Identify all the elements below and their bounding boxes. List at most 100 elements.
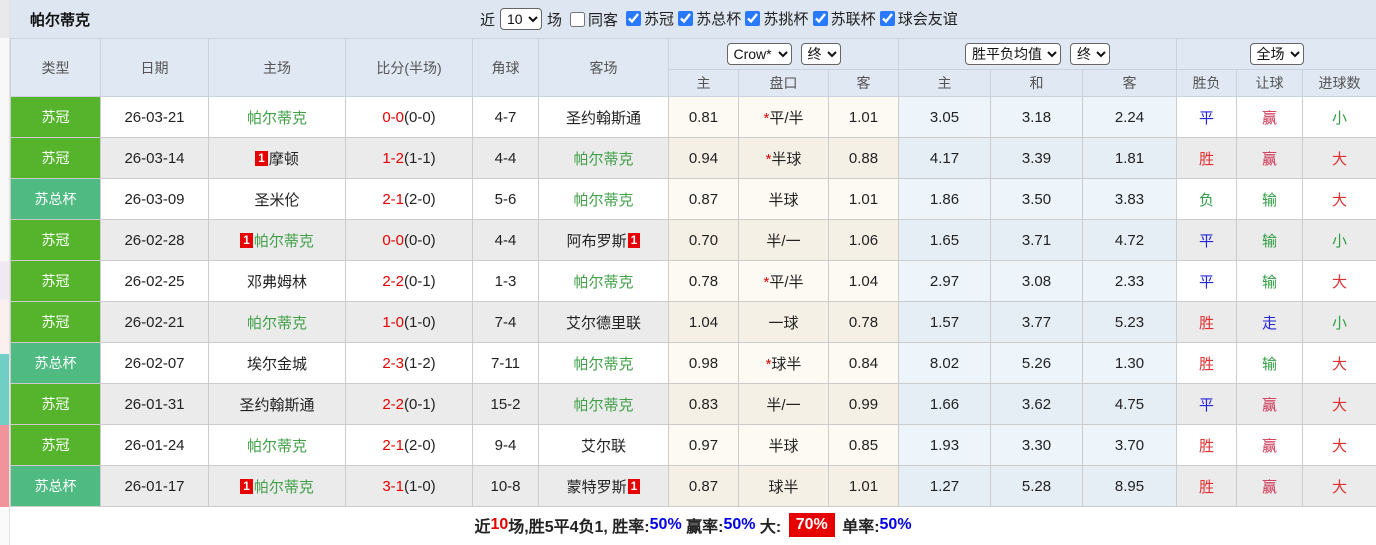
corners-cell: 4-7 (472, 96, 539, 138)
subcol-goals-result: 进球数 (1302, 69, 1376, 97)
away-team-name[interactable]: 艾尔德里联 (566, 315, 641, 332)
league-checkbox[interactable] (812, 11, 828, 26)
score-cell: 1-2(1-1) (345, 137, 473, 179)
match-count-select[interactable]: 10 (500, 8, 543, 30)
fulltime-score: 3-1 (382, 477, 404, 495)
result-wdl-cell: 平 (1176, 219, 1238, 261)
away-team-name[interactable]: 帕尔蒂克 (573, 397, 633, 414)
home-team-name[interactable]: 帕尔蒂克 (247, 110, 307, 127)
result-handicap-cell: 走 (1236, 301, 1304, 343)
home-team-cell: 圣约翰斯通 (208, 383, 346, 425)
away-team-name[interactable]: 帕尔蒂克 (573, 356, 633, 373)
avg-stage-select[interactable]: 终 (1070, 43, 1111, 65)
league-filter[interactable]: 苏挑杯 (745, 8, 808, 29)
odds-home-cell: 0.70 (668, 219, 739, 261)
match-date: 26-01-31 (100, 383, 209, 425)
same-opponent-filter[interactable]: 同客 (570, 9, 618, 30)
odds-away-cell: 0.88 (827, 137, 900, 179)
league-filter[interactable]: 球会友谊 (879, 8, 958, 29)
league-filter[interactable]: 苏联杯 (812, 8, 876, 29)
fulltime-score: 2-1 (382, 436, 404, 454)
home-team-name[interactable]: 邓弗姆林 (247, 274, 307, 291)
home-team-cell: 1 帕尔蒂克 (208, 465, 346, 507)
table-row: 苏冠 26-02-21 帕尔蒂克 1-0(1-0) 7-4 艾尔德里联 1.04… (10, 301, 1376, 343)
away-team-cell: 帕尔蒂克 (538, 342, 669, 384)
league-checkbox[interactable] (678, 11, 694, 26)
avg-draw-cell: 5.28 (990, 465, 1084, 507)
league-type-badge: 苏总杯 (10, 342, 101, 384)
same-opponent-checkbox[interactable] (570, 11, 586, 27)
subcol-handicap: 盘口 (738, 69, 829, 97)
away-team-name[interactable]: 蒙特罗斯 (567, 479, 627, 496)
home-team-name[interactable]: 圣米伦 (254, 192, 299, 209)
league-checkbox[interactable] (879, 11, 895, 26)
away-team-cell: 艾尔德里联 (538, 301, 669, 343)
home-team-name[interactable]: 埃尔金城 (247, 356, 307, 373)
matches-table: 类型 日期 主场 比分(半场) 角球 客场 Crow* 终 胜平负均值 终 全场… (10, 38, 1376, 507)
games-label: 场 (547, 11, 563, 29)
league-checkbox[interactable] (626, 11, 642, 26)
handicap-line-cell: 一球 (738, 301, 829, 343)
avg-home-cell: 1.65 (898, 219, 992, 261)
table-row: 苏冠 26-02-25 邓弗姆林 2-2(0-1) 1-3 帕尔蒂克 0.78 … (10, 260, 1376, 302)
col-header-home: 主场 (208, 38, 346, 97)
odds-home-cell: 0.78 (668, 260, 739, 302)
handicap-line-cell: 半球 (738, 424, 829, 466)
corners-cell: 5-6 (472, 178, 539, 220)
home-team-name[interactable]: 帕尔蒂克 (254, 479, 314, 496)
avg-home-cell: 2.97 (898, 260, 992, 302)
result-goals-cell: 大 (1302, 342, 1376, 384)
avg-select-cell: 胜平负均值 终 (898, 38, 1178, 70)
league-type-badge: 苏冠 (10, 383, 101, 425)
home-team-cell: 圣米伦 (208, 178, 346, 220)
col-header-corners: 角球 (472, 38, 539, 97)
scope-select[interactable]: 全场 (1249, 43, 1304, 65)
result-wdl-cell: 负 (1176, 178, 1238, 220)
odds-stage-select[interactable]: 终 (800, 43, 841, 65)
avg-type-select[interactable]: 胜平负均值 (965, 43, 1062, 65)
away-team-name[interactable]: 阿布罗斯 (567, 233, 627, 250)
avg-draw-cell: 3.30 (990, 424, 1084, 466)
handicap-line-cell: 半球 (738, 178, 829, 220)
league-type-badge: 苏冠 (10, 219, 101, 261)
away-team-name[interactable]: 圣约翰斯通 (566, 110, 641, 127)
odds-home-cell: 0.97 (668, 424, 739, 466)
league-type-badge: 苏冠 (10, 301, 101, 343)
same-opponent-label: 同客 (588, 11, 619, 29)
home-team-name[interactable]: 帕尔蒂克 (254, 233, 314, 250)
footer-segment: 场,胜5平4负1, (508, 518, 613, 536)
table-row: 苏冠 26-03-21 帕尔蒂克 0-0(0-0) 4-7 圣约翰斯通 0.81… (10, 96, 1376, 138)
result-wdl-cell: 平 (1176, 96, 1238, 138)
away-team-cell: 艾尔联 (538, 424, 669, 466)
corners-cell: 4-4 (472, 137, 539, 179)
home-team-name[interactable]: 摩顿 (269, 151, 299, 168)
home-team-name[interactable]: 圣约翰斯通 (239, 397, 314, 414)
avg-home-cell: 3.05 (898, 96, 992, 138)
result-goals-cell: 大 (1302, 178, 1376, 220)
league-filter[interactable]: 苏总杯 (678, 8, 741, 29)
table-row: 苏冠 26-01-24 帕尔蒂克 2-1(2-0) 9-4 艾尔联 0.97 半… (10, 424, 1376, 466)
odds-company-select[interactable]: Crow* (726, 43, 792, 65)
handicap-line-cell: *球半 (738, 342, 829, 384)
home-team-cell: 1 摩顿 (208, 137, 346, 179)
result-goals-cell: 大 (1302, 383, 1376, 425)
result-wdl-cell: 胜 (1176, 342, 1238, 384)
halftime-score: (1-1) (404, 149, 436, 167)
home-team-cell: 埃尔金城 (208, 342, 346, 384)
league-type-badge: 苏冠 (10, 96, 101, 138)
corners-cell: 7-4 (472, 301, 539, 343)
league-filter-label: 球会友谊 (897, 11, 958, 28)
away-team-cell: 帕尔蒂克 (538, 178, 669, 220)
subcol-handicap-result: 让球 (1236, 69, 1304, 97)
home-rank-badge: 1 (240, 232, 253, 248)
col-header-date: 日期 (100, 38, 209, 97)
away-team-name[interactable]: 帕尔蒂克 (573, 151, 633, 168)
league-checkbox[interactable] (745, 11, 761, 26)
home-team-name[interactable]: 帕尔蒂克 (247, 315, 307, 332)
away-team-name[interactable]: 艾尔联 (581, 438, 626, 455)
result-handicap-cell: 输 (1236, 219, 1304, 261)
away-team-name[interactable]: 帕尔蒂克 (573, 192, 633, 209)
away-team-name[interactable]: 帕尔蒂克 (573, 274, 633, 291)
league-filter[interactable]: 苏冠 (626, 8, 674, 29)
home-team-name[interactable]: 帕尔蒂克 (247, 438, 307, 455)
